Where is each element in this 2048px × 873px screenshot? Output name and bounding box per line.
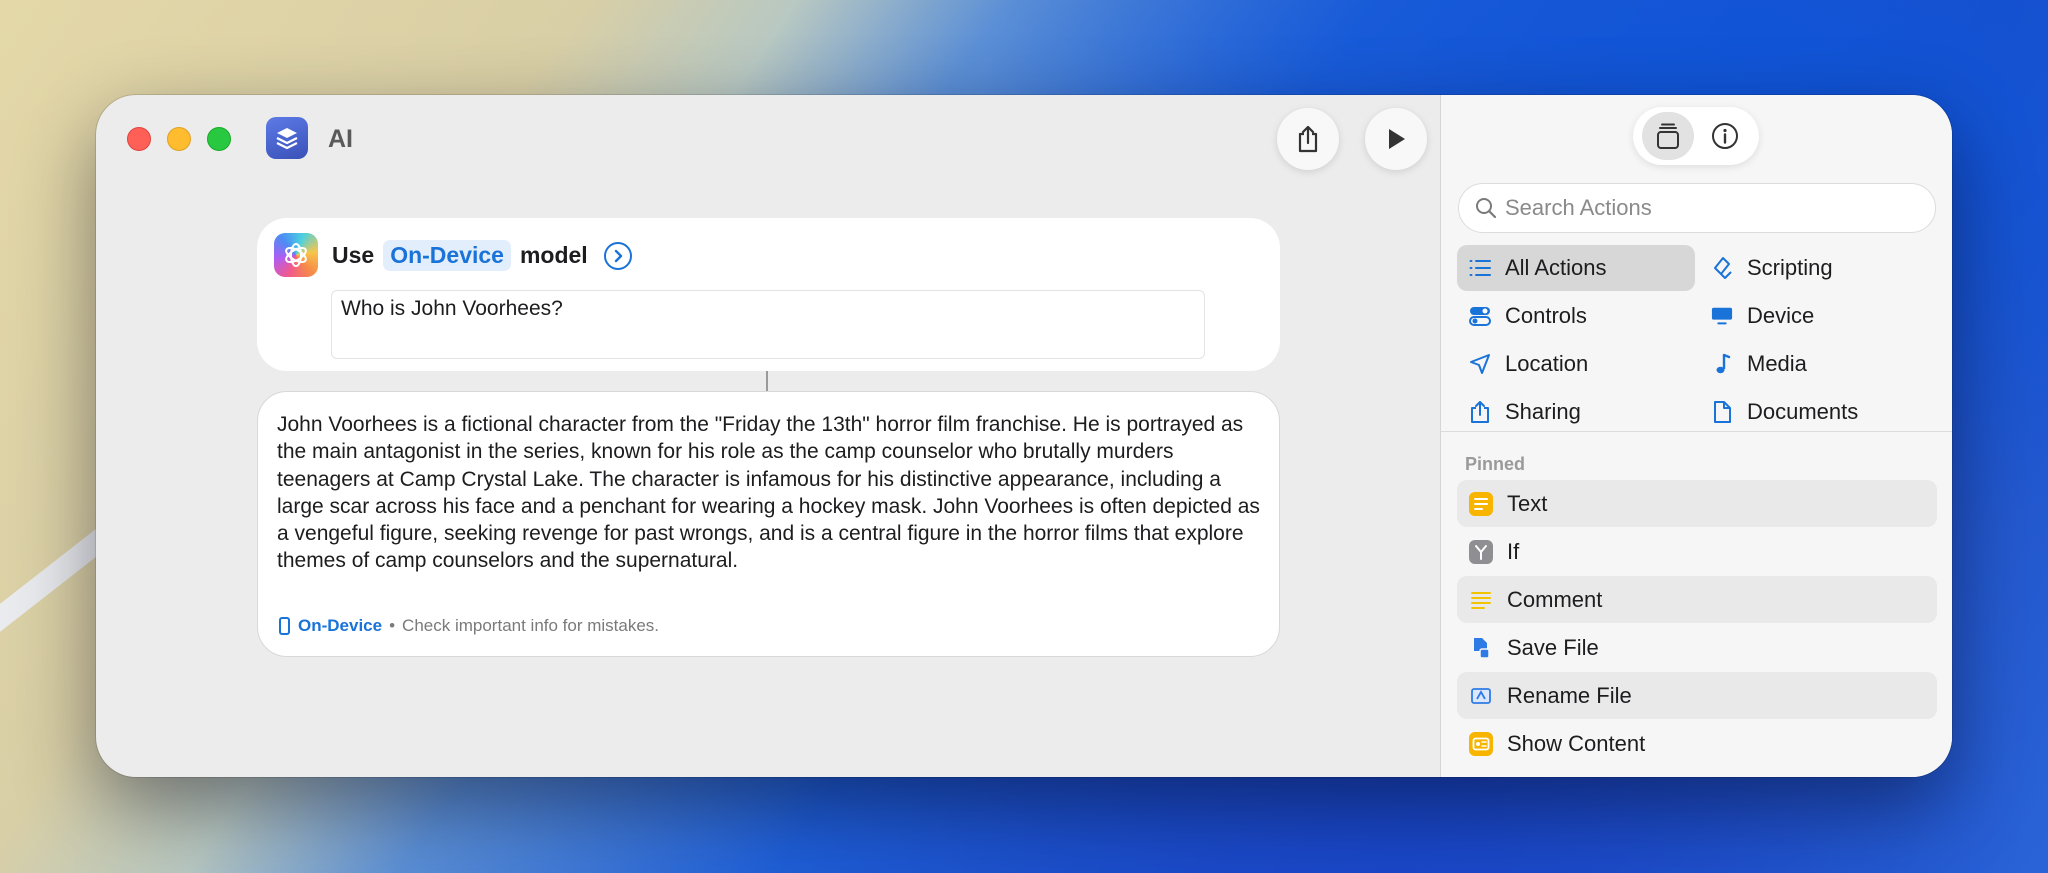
library-tab[interactable] xyxy=(1641,112,1694,160)
share-icon xyxy=(1469,401,1491,423)
pinned-action-comment[interactable]: Comment xyxy=(1457,576,1937,623)
response-text: John Voorhees is a fictional character f… xyxy=(277,413,1260,573)
category-all-actions[interactable]: All Actions xyxy=(1457,245,1695,291)
sidebar-mode-switch xyxy=(1633,107,1759,165)
category-documents[interactable]: Documents xyxy=(1699,389,1937,435)
category-location[interactable]: Location xyxy=(1457,341,1695,387)
search-icon xyxy=(1476,198,1497,219)
action-suffix: model xyxy=(519,242,588,268)
apple-intelligence-icon xyxy=(274,233,318,277)
share-icon xyxy=(1298,125,1318,153)
category-label: All Actions xyxy=(1505,255,1607,280)
pinned-action-show-content[interactable]: Show Content xyxy=(1457,720,1937,767)
category-label: Scripting xyxy=(1747,255,1833,280)
category-label: Location xyxy=(1505,351,1589,376)
search-input[interactable] xyxy=(1505,195,1905,221)
disclaimer-text: Check important info for mistakes. xyxy=(402,616,660,635)
document-icon xyxy=(1711,401,1733,423)
share-button[interactable] xyxy=(1277,108,1339,170)
toggle-icon xyxy=(1469,305,1491,327)
prompt-input[interactable]: Who is John Voorhees? xyxy=(331,290,1205,359)
shortcut-icon[interactable] xyxy=(266,117,308,159)
chevron-right-icon xyxy=(614,249,622,262)
comment-lines-icon xyxy=(1469,588,1493,612)
response-footnote: On-Device • Check important info for mis… xyxy=(279,616,659,636)
category-label: Controls xyxy=(1505,303,1587,328)
on-device-badge: On-Device xyxy=(298,616,383,635)
category-label: Sharing xyxy=(1505,399,1581,424)
pinned-action-label: Rename File xyxy=(1507,682,1632,708)
category-label: Device xyxy=(1747,303,1815,328)
editor-pane: AI Use On-Device model Who is John Voorh… xyxy=(96,95,1440,777)
play-icon xyxy=(1389,129,1405,149)
footnote-separator: • xyxy=(389,616,396,635)
model-token[interactable]: On-Device xyxy=(383,240,511,271)
minimize-button[interactable] xyxy=(167,127,191,151)
expand-chevron-button[interactable] xyxy=(603,241,632,270)
text-icon xyxy=(1469,491,1493,516)
category-device[interactable]: Device xyxy=(1699,293,1937,339)
window-title: AI xyxy=(328,125,353,153)
flow-connector xyxy=(766,371,768,393)
pinned-action-if[interactable]: If xyxy=(1457,528,1937,575)
flower-icon xyxy=(285,243,307,267)
layers-icon xyxy=(276,128,298,150)
actions-sidebar: All Actions Scripting Controls Device xyxy=(1440,95,1952,777)
show-content-icon xyxy=(1469,731,1493,756)
category-label: Media xyxy=(1747,351,1807,376)
run-button[interactable] xyxy=(1365,108,1427,170)
category-media[interactable]: Media xyxy=(1699,341,1937,387)
pinned-action-save-file[interactable]: Save File xyxy=(1457,624,1937,671)
details-tab[interactable] xyxy=(1699,112,1751,160)
zoom-button[interactable] xyxy=(207,127,231,151)
use-model-action[interactable]: Use On-Device model Who is John Voorhees… xyxy=(257,218,1280,371)
action-summary: Use On-Device model xyxy=(332,240,632,271)
rename-file-icon xyxy=(1469,684,1493,708)
display-icon xyxy=(1711,305,1733,327)
close-button[interactable] xyxy=(127,127,151,151)
category-controls[interactable]: Controls xyxy=(1457,293,1695,339)
sidebar-divider xyxy=(1441,431,1952,432)
phone-icon xyxy=(279,617,290,635)
list-icon xyxy=(1469,257,1491,279)
category-scripting[interactable]: Scripting xyxy=(1699,245,1937,291)
pinned-action-text[interactable]: Text xyxy=(1457,480,1937,527)
search-actions-field[interactable] xyxy=(1458,183,1936,233)
music-note-icon xyxy=(1711,353,1733,375)
branch-icon xyxy=(1469,539,1493,564)
window-controls xyxy=(127,127,231,151)
stack-icon xyxy=(1656,123,1679,149)
save-file-icon xyxy=(1469,636,1493,660)
pinned-action-label: Show Content xyxy=(1507,730,1646,756)
category-sharing[interactable]: Sharing xyxy=(1457,389,1695,435)
location-arrow-icon xyxy=(1469,353,1491,375)
pinned-action-rename-file[interactable]: Rename File xyxy=(1457,672,1937,719)
scripting-icon xyxy=(1711,257,1733,279)
pinned-action-label: Comment xyxy=(1507,586,1603,612)
pinned-section-label: Pinned xyxy=(1465,454,1526,474)
pinned-action-label: Text xyxy=(1507,490,1548,516)
info-icon xyxy=(1711,123,1738,149)
action-verb: Use xyxy=(332,242,375,268)
model-response-card[interactable]: John Voorhees is a fictional character f… xyxy=(257,391,1280,657)
pinned-action-label: If xyxy=(1507,538,1520,564)
pinned-action-label: Save File xyxy=(1507,634,1599,660)
category-label: Documents xyxy=(1747,399,1859,424)
shortcuts-window: AI Use On-Device model Who is John Voorh… xyxy=(96,95,1952,777)
